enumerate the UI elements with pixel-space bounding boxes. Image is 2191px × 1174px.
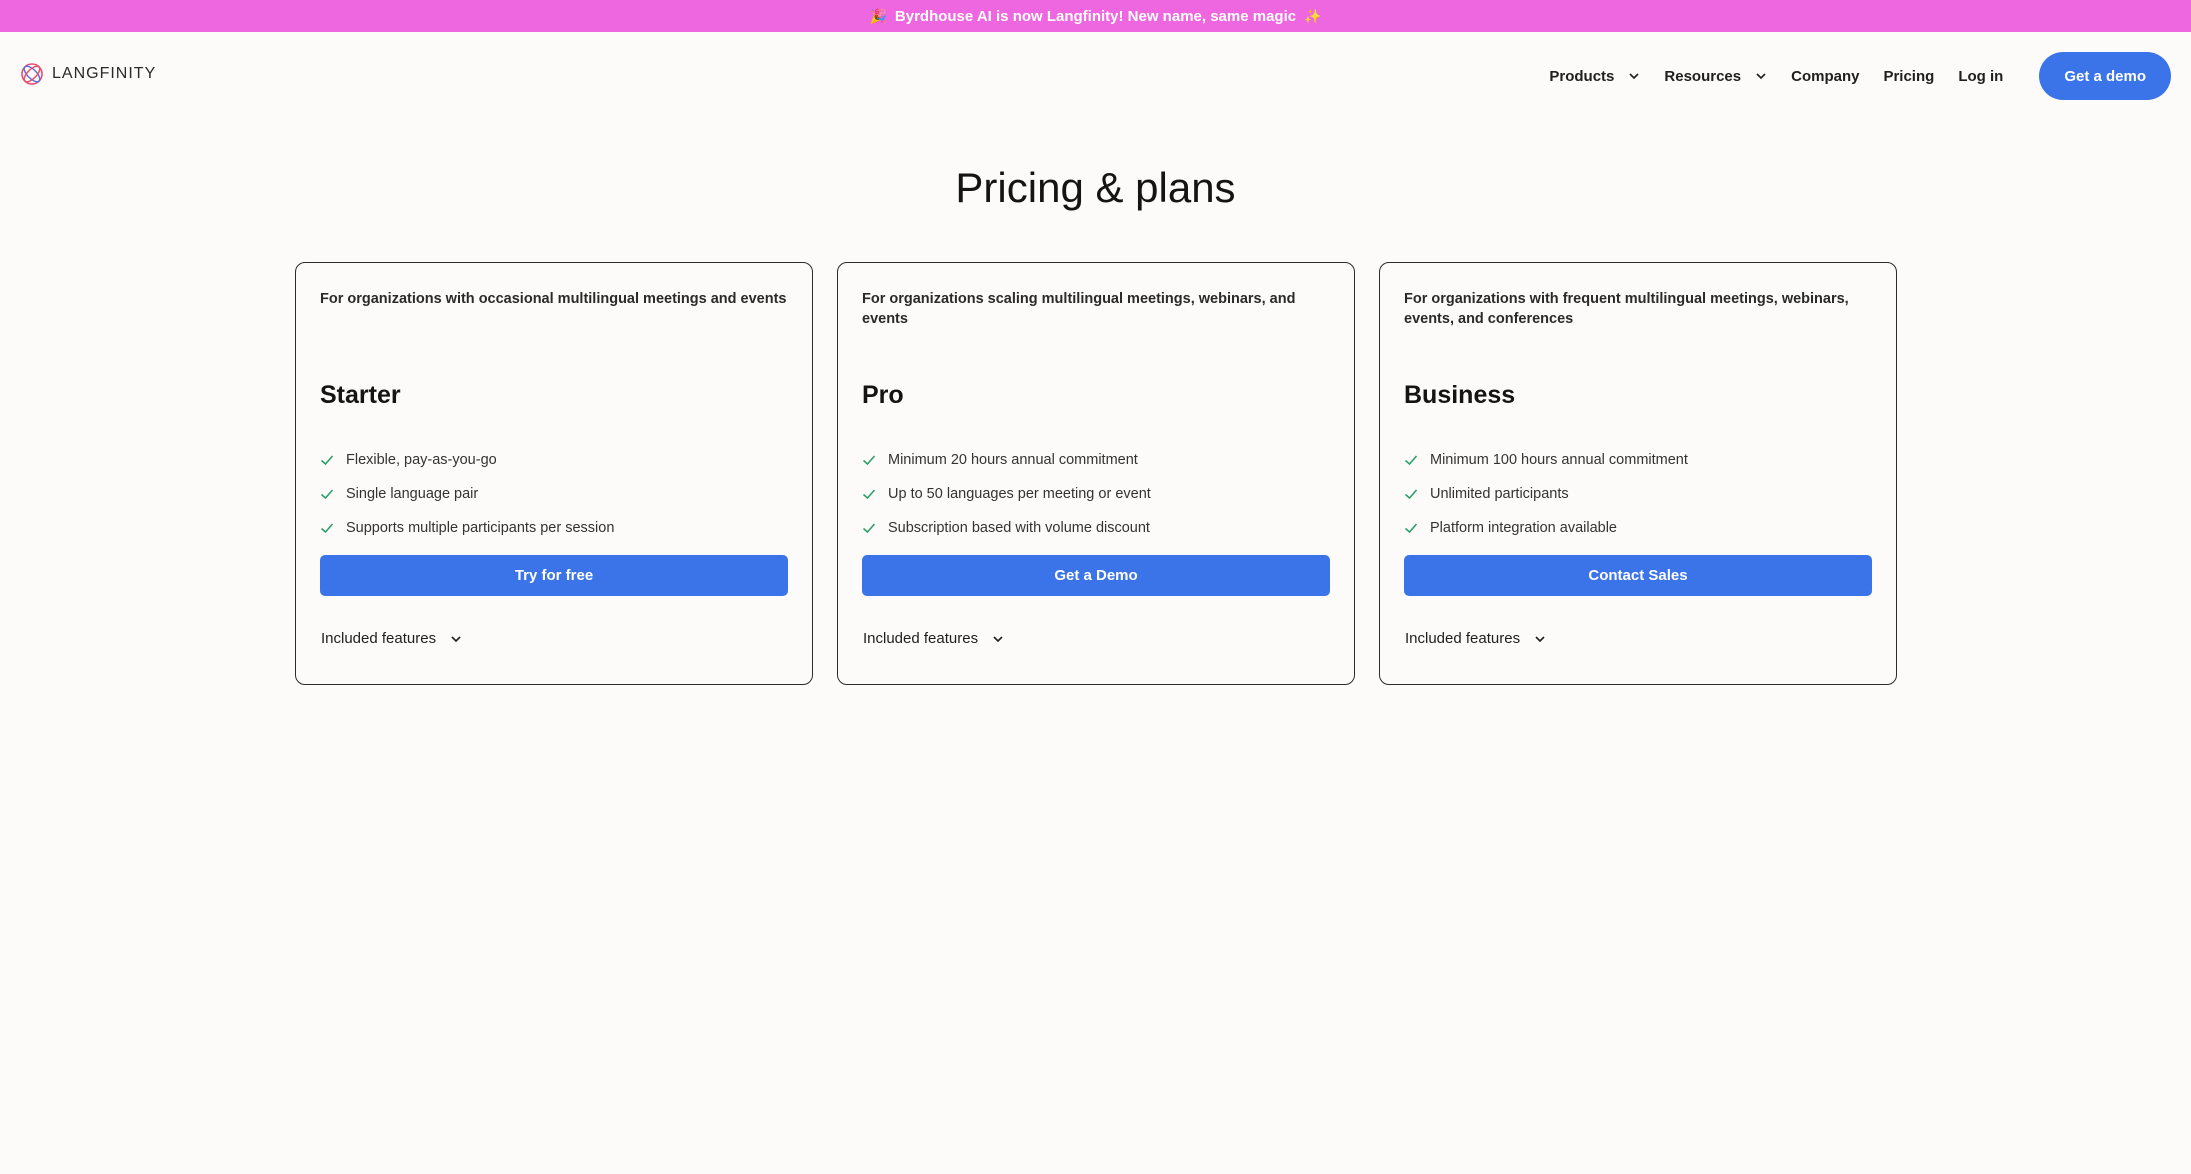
chevron-down-icon [993,635,1003,642]
included-features-toggle[interactable]: Included features [321,630,462,647]
feature-text: Supports multiple participants per sessi… [346,520,615,536]
top-navigation: LANGFINITY Products Resources Company Pr… [0,32,2191,118]
party-icon: 🎉 [869,7,887,24]
included-features-label: Included features [863,630,979,647]
nav-products-label: Products [1549,67,1615,85]
chevron-down-icon [1756,73,1766,80]
sparkle-icon: ✨ [1304,7,1322,24]
check-icon [320,489,334,500]
chevron-down-icon [1629,73,1639,80]
list-item: Flexible, pay-as-you-go [320,443,614,477]
plan-feature-list: Minimum 20 hours annual commitment Up to… [862,443,1151,545]
brand-name: LANGFINITY [52,65,157,82]
chevron-down-icon [451,635,461,642]
check-icon [1404,455,1418,466]
plan-card-business: For organizations with frequent multilin… [1379,262,1897,685]
list-item: Up to 50 languages per meeting or event [862,477,1151,511]
check-icon [1404,489,1418,500]
nav-links: Products Resources Company Pricing Log i… [1549,52,2171,100]
check-icon [862,455,876,466]
plan-card-starter: For organizations with occasional multil… [295,262,813,685]
plan-card-pro: For organizations scaling multilingual m… [837,262,1355,685]
plan-name: Business [1404,381,1516,409]
feature-text: Single language pair [346,486,479,502]
included-features-label: Included features [321,630,437,647]
feature-text: Minimum 20 hours annual commitment [888,452,1138,468]
list-item: Single language pair [320,477,614,511]
plan-name: Starter [320,381,401,409]
nav-login[interactable]: Log in [1958,68,2003,85]
pricing-cards: For organizations with occasional multil… [295,262,1897,685]
plan-feature-list: Minimum 100 hours annual commitment Unli… [1404,443,1688,545]
list-item: Supports multiple participants per sessi… [320,511,614,545]
list-item: Subscription based with volume discount [862,511,1151,545]
banner-text: Byrdhouse AI is now Langfinity! New name… [894,7,1297,25]
included-features-label: Included features [1405,630,1521,647]
nav-products[interactable]: Products [1549,68,1640,85]
page-title: Pricing & plans [955,164,1236,211]
chevron-down-icon [1535,635,1545,642]
included-features-toggle[interactable]: Included features [1405,630,1546,647]
feature-text: Flexible, pay-as-you-go [346,452,497,468]
list-item: Unlimited participants [1404,477,1688,511]
check-icon [320,455,334,466]
plan-name: Pro [862,381,904,409]
nav-pricing[interactable]: Pricing [1883,68,1934,85]
plan-description: For organizations with occasional multil… [320,291,787,307]
get-a-demo-button[interactable]: Get a Demo [862,555,1330,596]
list-item: Minimum 20 hours annual commitment [862,443,1151,477]
get-demo-button[interactable]: Get a demo [2039,52,2171,100]
check-icon [320,523,334,534]
contact-sales-button[interactable]: Contact Sales [1404,555,1872,596]
feature-text: Subscription based with volume discount [888,520,1150,536]
included-features-toggle[interactable]: Included features [863,630,1004,647]
check-icon [862,489,876,500]
list-item: Platform integration available [1404,511,1688,545]
check-icon [1404,523,1418,534]
feature-text: Platform integration available [1430,520,1617,536]
nav-company[interactable]: Company [1791,68,1859,85]
try-for-free-button[interactable]: Try for free [320,555,788,596]
announcement-banner[interactable]: 🎉 Byrdhouse AI is now Langfinity! New na… [0,0,2191,32]
infinity-globe-icon [21,63,43,85]
feature-text: Minimum 100 hours annual commitment [1430,452,1688,468]
check-icon [862,523,876,534]
list-item: Minimum 100 hours annual commitment [1404,443,1688,477]
plan-description: For organizations with frequent multilin… [1404,291,1849,327]
plan-description: For organizations scaling multilingual m… [862,291,1296,327]
nav-resources-label: Resources [1664,67,1742,85]
brand-logo[interactable]: LANGFINITY [20,62,156,86]
feature-text: Unlimited participants [1430,486,1569,502]
feature-text: Up to 50 languages per meeting or event [888,486,1151,502]
plan-feature-list: Flexible, pay-as-you-go Single language … [320,443,614,545]
nav-resources[interactable]: Resources [1664,68,1767,85]
